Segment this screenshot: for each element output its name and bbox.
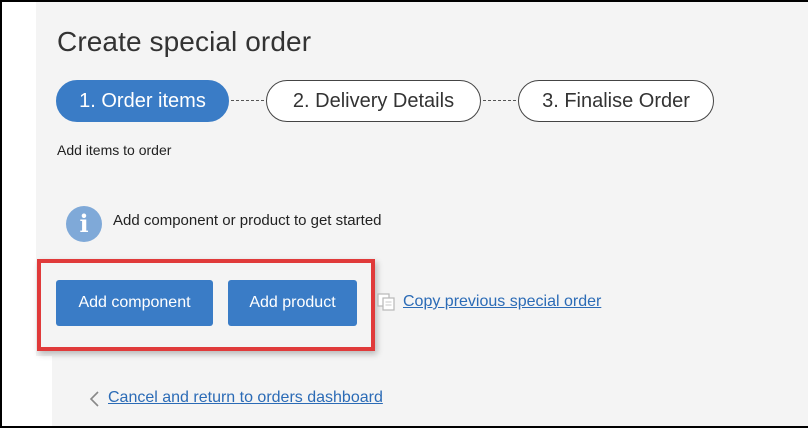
page-title: Create special order bbox=[57, 26, 312, 57]
step-connector bbox=[483, 100, 516, 101]
step-order-items[interactable]: 1. Order items bbox=[56, 80, 229, 122]
copy-previous-order-link[interactable]: Copy previous special order bbox=[403, 293, 601, 311]
copy-icon[interactable] bbox=[376, 292, 396, 312]
chevron-left-icon[interactable] bbox=[88, 390, 102, 408]
step-connector bbox=[231, 100, 264, 101]
highlight-annotation bbox=[37, 259, 375, 351]
step-finalise-order[interactable]: 3. Finalise Order bbox=[518, 80, 714, 122]
page-subtitle: Add items to order bbox=[57, 142, 172, 158]
step-delivery-details[interactable]: 2. Delivery Details bbox=[266, 80, 481, 122]
info-message: Add component or product to get started bbox=[113, 212, 382, 229]
cancel-return-link[interactable]: Cancel and return to orders dashboard bbox=[108, 389, 383, 407]
info-icon: i bbox=[66, 206, 102, 242]
